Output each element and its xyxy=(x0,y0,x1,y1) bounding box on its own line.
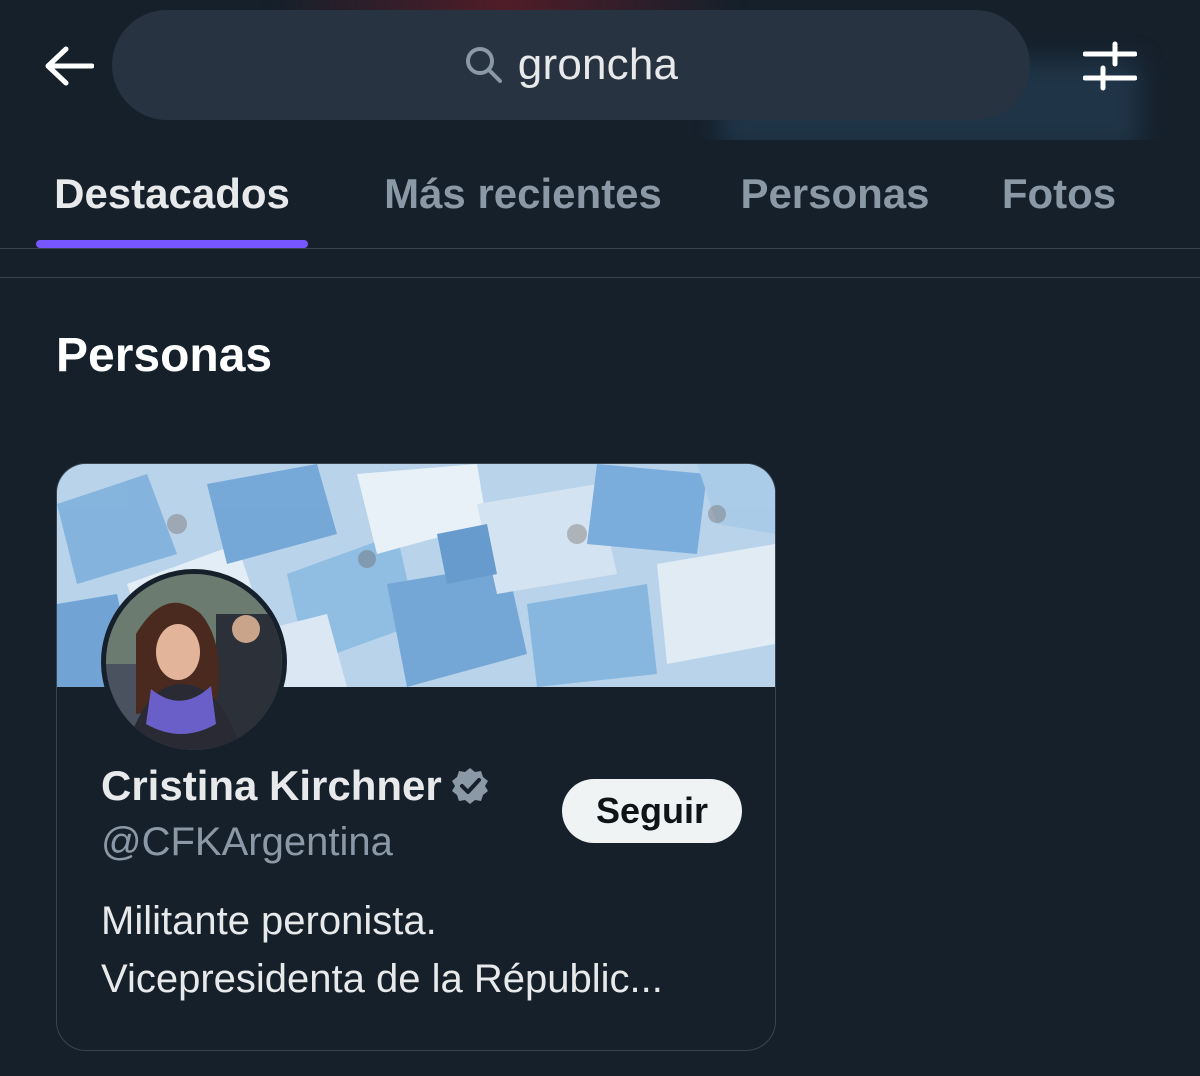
tab-fotos[interactable]: Fotos xyxy=(992,140,1126,248)
display-name[interactable]: Cristina Kirchner xyxy=(101,762,442,810)
verified-badge-icon xyxy=(451,768,488,804)
back-button[interactable] xyxy=(36,36,100,96)
name-row: Cristina Kirchner xyxy=(101,762,490,810)
profile-photo xyxy=(106,574,282,750)
user-bio: Militante peronista. Vicepresidenta de l… xyxy=(101,892,741,1008)
arrow-left-icon xyxy=(45,46,94,86)
bio-line: Militante peronista. xyxy=(101,899,437,943)
search-query[interactable]: groncha xyxy=(518,40,678,90)
top-bar: groncha xyxy=(0,0,1200,140)
person-card[interactable]: Cristina Kirchner @CFKArgentina Seguir M… xyxy=(56,463,776,1051)
tab-destacados[interactable]: Destacados xyxy=(36,140,308,248)
search-tabs: Destacados Más recientes Personas Fotos xyxy=(0,140,1200,249)
tab-personas[interactable]: Personas xyxy=(728,140,942,248)
active-tab-indicator xyxy=(36,240,308,248)
avatar[interactable] xyxy=(101,569,287,755)
filter-button[interactable] xyxy=(1080,38,1140,94)
bio-line: Vicepresidenta de la Républic... xyxy=(101,957,663,1001)
divider xyxy=(0,277,1200,278)
search-icon xyxy=(465,47,502,83)
sliders-icon xyxy=(1083,41,1137,91)
follow-button[interactable]: Seguir xyxy=(562,779,742,843)
user-handle[interactable]: @CFKArgentina xyxy=(101,820,393,865)
search-input[interactable]: groncha xyxy=(112,10,1030,120)
section-title: Personas xyxy=(56,329,273,382)
tab-mas-recientes[interactable]: Más recientes xyxy=(368,140,678,248)
